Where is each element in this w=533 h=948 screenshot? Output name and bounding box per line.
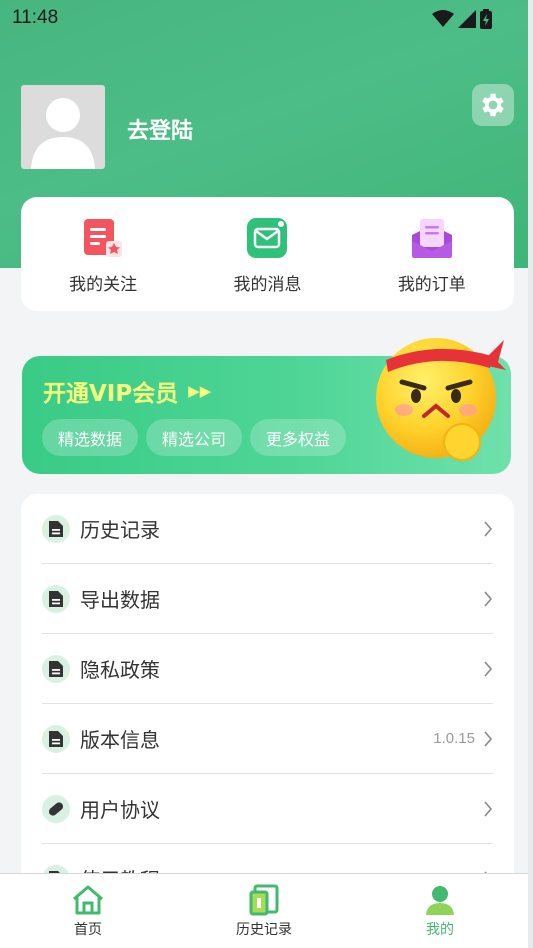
- status-bar: 11:48: [0, 0, 528, 36]
- vip-tags: 精选数据 精选公司 更多权益: [42, 419, 347, 456]
- history-icon: [249, 884, 279, 916]
- message-icon: [245, 216, 289, 260]
- menu-item-label: 用户协议: [80, 798, 160, 822]
- quick-action-message[interactable]: 我的消息: [185, 197, 349, 311]
- vip-banner[interactable]: 开通VIP会员 ▶▶ 精选数据 精选公司 更多权益: [22, 338, 511, 474]
- vip-title: 开通VIP会员 ▶▶: [43, 374, 211, 408]
- scroll-edge: [528, 0, 533, 948]
- tab-label: 首页: [74, 922, 102, 938]
- document-icon: [42, 654, 70, 683]
- menu-item-export[interactable]: 导出数据: [42, 564, 493, 634]
- quick-actions-card: 我的关注 我的消息 我的订单: [21, 197, 514, 311]
- chevron-right-icon: [484, 520, 493, 537]
- menu-item-privacy[interactable]: 隐私政策: [42, 634, 493, 704]
- status-icons: [432, 9, 492, 29]
- tab-history[interactable]: 历史记录: [176, 874, 352, 948]
- tab-home[interactable]: 首页: [0, 874, 176, 948]
- menu-item-agreement[interactable]: 用户协议: [42, 774, 493, 844]
- home-icon: [73, 885, 103, 915]
- chevron-right-icon: [484, 800, 493, 817]
- document-icon: [42, 724, 70, 753]
- avatar[interactable]: [21, 85, 105, 169]
- menu-item-label: 版本信息: [80, 728, 160, 752]
- tab-label: 我的: [426, 922, 454, 938]
- menu-item-label: 历史记录: [80, 518, 160, 542]
- version-value: 1.0.15: [433, 730, 475, 747]
- wifi-icon: [432, 10, 454, 27]
- chevron-right-icon: [484, 590, 493, 607]
- follow-icon: [81, 216, 125, 260]
- chevron-right-icon: [484, 660, 493, 677]
- pill-icon: [42, 794, 70, 823]
- quick-action-order[interactable]: 我的订单: [350, 197, 514, 311]
- double-arrow-icon: ▶▶: [188, 382, 212, 400]
- vip-title-text: 开通VIP会员: [43, 381, 179, 407]
- user-icon: [426, 886, 454, 915]
- login-link[interactable]: 去登陆: [127, 113, 193, 145]
- menu-list: 历史记录 导出数据 隐私政策 版本信息 1.0.15 用户协议 使用教程: [21, 494, 514, 894]
- chevron-right-icon: [484, 730, 493, 747]
- quick-action-label: 我的订单: [397, 275, 466, 295]
- settings-button[interactable]: [472, 84, 514, 126]
- menu-item-label: 隐私政策: [80, 658, 160, 682]
- vip-tag: 精选数据: [42, 419, 139, 456]
- menu-item-version[interactable]: 版本信息 1.0.15: [42, 704, 493, 774]
- document-icon: [42, 584, 70, 613]
- quick-action-follow[interactable]: 我的关注: [21, 197, 185, 311]
- document-icon: [42, 514, 70, 543]
- quick-action-label: 我的关注: [69, 275, 138, 295]
- gear-icon: [482, 93, 504, 117]
- signal-icon: [458, 10, 476, 28]
- default-avatar-icon: [31, 98, 95, 169]
- battery-icon: [480, 9, 492, 29]
- menu-item-history[interactable]: 历史记录: [42, 494, 493, 564]
- status-time: 11:48: [12, 7, 59, 28]
- tab-label: 历史记录: [236, 922, 292, 938]
- quick-action-label: 我的消息: [233, 275, 302, 295]
- angry-emoji-mascot: [376, 338, 506, 461]
- order-icon: [410, 216, 454, 260]
- bottom-tab-bar: 首页 历史记录 我的: [0, 873, 528, 948]
- menu-item-label: 导出数据: [80, 588, 160, 612]
- tab-profile[interactable]: 我的: [352, 874, 528, 948]
- vip-tag: 精选公司: [146, 419, 243, 456]
- vip-tag: 更多权益: [250, 419, 347, 456]
